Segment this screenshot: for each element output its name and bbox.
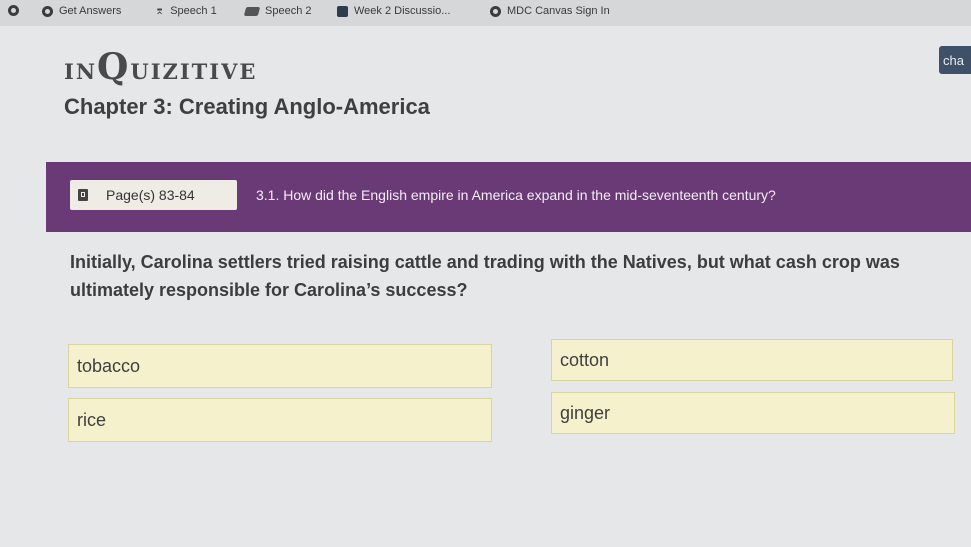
globe-icon — [490, 5, 501, 17]
speech-icon: ⌆ — [155, 4, 165, 17]
learning-objective-text: 3.1. How did the English empire in Ameri… — [256, 187, 776, 203]
answer-label: tobacco — [77, 355, 141, 376]
page-reference-button[interactable]: Page(s) 83-84 — [70, 180, 237, 210]
globe-icon — [42, 5, 53, 17]
brand-big-letter: Q — [97, 46, 131, 88]
bookmark-unnamed[interactable] — [8, 5, 25, 16]
bookmark-label: Get Answers — [59, 5, 122, 17]
bookmark-speech-1[interactable]: ⌆ Speech 1 — [155, 5, 217, 17]
answer-option-cotton[interactable]: cotton — [551, 339, 953, 381]
question-text: Initially, Carolina settlers tried raisi… — [70, 252, 900, 300]
bookmark-label: Speech 1 — [170, 5, 217, 17]
answer-option-tobacco[interactable]: tobacco — [68, 344, 492, 388]
bookmark-get-answers[interactable]: Get Answers — [42, 5, 121, 17]
discussion-icon — [337, 5, 348, 17]
answer-label: rice — [77, 409, 107, 430]
globe-icon — [8, 5, 19, 16]
bookmark-mdc-canvas[interactable]: MDC Canvas Sign In — [490, 5, 610, 17]
chapter-title: Chapter 3: Creating Anglo-America — [64, 94, 430, 119]
page-reference-label: Page(s) 83-84 — [106, 187, 195, 203]
brand-suffix: uizitive — [130, 52, 258, 87]
search-stub[interactable]: cha — [939, 46, 971, 74]
learning-objective-banner: Page(s) 83-84 3.1. How did the English e… — [46, 162, 971, 232]
brand-prefix: in — [64, 52, 98, 87]
bookmark-label: Speech 2 — [265, 5, 312, 17]
brand-logo: inQuizitive — [64, 46, 257, 88]
answer-label: ginger — [560, 402, 611, 423]
quiz-page: inQuizitive cha Chapter 3: Creating Angl… — [0, 26, 971, 547]
bookmark-label: Week 2 Discussio... — [354, 5, 451, 17]
book-icon — [78, 189, 88, 201]
bookmark-label: MDC Canvas Sign In — [507, 5, 610, 17]
answer-option-ginger[interactable]: ginger — [551, 392, 955, 434]
answer-label: cotton — [560, 349, 610, 370]
answer-option-rice[interactable]: rice — [68, 398, 492, 442]
speech-icon — [243, 6, 261, 16]
bookmarks-bar: Get Answers ⌆ Speech 1 Speech 2 Week 2 D… — [0, 0, 971, 26]
bookmark-week-2-discussion[interactable]: Week 2 Discussio... — [337, 5, 450, 17]
bookmark-speech-2[interactable]: Speech 2 — [243, 5, 312, 17]
